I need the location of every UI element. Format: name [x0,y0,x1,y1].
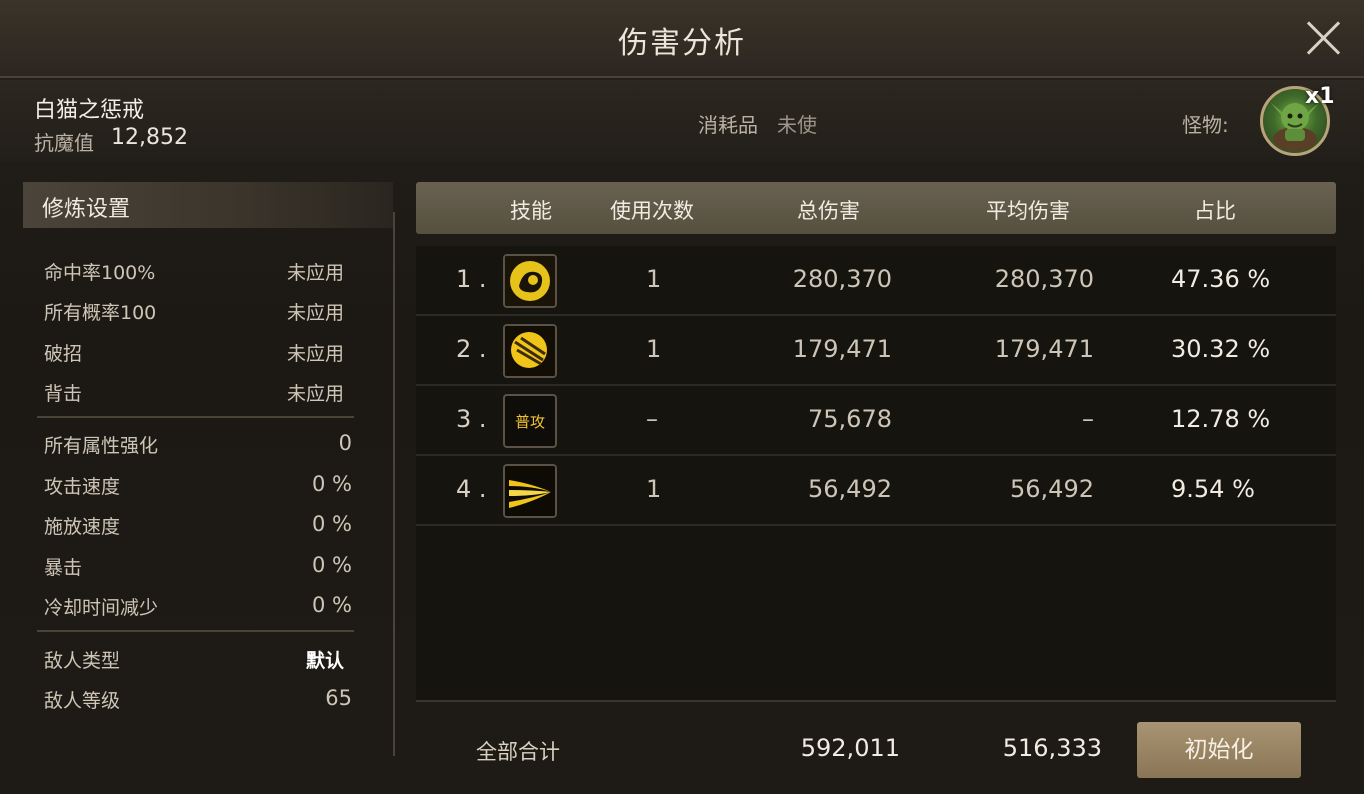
setting-row: 所有概率100 未应用 [44,298,354,328]
table-row: 3 . 普攻 – 75,678 – 12.78 % [416,386,1336,456]
settings-header: 修炼设置 [23,182,393,228]
use-count: 1 [646,335,662,363]
normal-attack-icon: 普攻 [503,394,557,448]
resist-label: 抗魔值 [34,131,94,155]
table-body: 1 . 1 280,370 280,370 47.36 % 2 . 1 179,… [416,246,1336,700]
setting-label: 破招 [44,343,83,365]
total-damage: 75,678 [808,405,892,433]
setting-row: 冷却时间减少 0 % [44,593,354,623]
rank: 4 . [456,475,487,503]
avg-damage: 280,370 [994,265,1094,293]
target-name: 白猫之惩戒 [34,98,145,123]
target-info-bar: 白猫之惩戒 抗魔值 12,852 消耗品 未使 怪物: x1 [0,80,1364,162]
setting-label: 敌人等级 [44,690,121,712]
header-avg: 平均伤害 [986,199,1070,223]
setting-row: 破招 未应用 [44,339,354,369]
damage-analysis-panel: 伤害分析 白猫之惩戒 抗魔值 12,852 消耗品 未使 怪物: x1 修炼设置 [0,0,1364,794]
vertical-divider [393,212,395,756]
enemy-level-value[interactable]: 65 [325,686,352,710]
total-damage: 56,492 [808,475,892,503]
consumable-label: 消耗品 [698,113,758,137]
rank: 2 . [456,335,487,363]
monster-label: 怪物: [1182,113,1229,137]
setting-value: 未应用 [286,343,344,365]
header-skill: 技能 [510,199,552,223]
table-row: 4 . 1 56,492 56,492 9.54 % [416,456,1336,526]
setting-value: 0 [338,431,352,455]
setting-row: 背击 未应用 [44,379,354,409]
setting-label: 所有属性强化 [44,435,159,457]
divider [37,630,354,632]
setting-row: 施放速度 0 % [44,512,354,542]
fist-skill-icon [503,254,557,308]
avg-damage: 56,492 [1010,475,1094,503]
setting-row: 所有属性强化 0 [44,431,354,461]
setting-value: 0 % [312,593,352,617]
damage-ratio: 47.36 % [1171,265,1271,293]
avg-damage: – [1082,405,1094,433]
table-header: 技能 使用次数 总伤害 平均伤害 占比 [416,182,1336,234]
setting-value: 0 % [312,553,352,577]
damage-ratio: 9.54 % [1171,475,1255,503]
table-row: 1 . 1 280,370 280,370 47.36 % [416,246,1336,316]
reset-button[interactable]: 初始化 [1137,722,1301,778]
rank: 3 . [456,405,487,433]
damage-ratio: 30.32 % [1171,335,1271,363]
setting-row: 命中率100% 未应用 [44,258,354,288]
header-total: 总伤害 [797,199,860,223]
resist-value: 12,852 [111,125,188,150]
damage-ratio: 12.78 % [1171,405,1271,433]
setting-label: 攻击速度 [44,476,121,498]
setting-row: 敌人等级 65 [44,686,354,716]
enemy-type-value[interactable]: 默认 [306,646,344,673]
setting-row: 暴击 0 % [44,553,354,583]
consumable-value: 未使 [777,113,817,137]
settings-title: 修炼设置 [42,197,131,222]
setting-value: 未应用 [286,383,344,405]
setting-value: 0 % [312,472,352,496]
rank: 1 . [456,265,487,293]
header-uses: 使用次数 [610,199,694,223]
setting-label: 暴击 [44,557,83,579]
table-row: 2 . 1 179,471 179,471 30.32 % [416,316,1336,386]
total-label: 全部合计 [476,740,560,764]
setting-label: 命中率100% [44,262,156,284]
setting-value: 未应用 [286,302,344,324]
setting-label: 所有概率100 [44,302,157,324]
setting-label: 敌人类型 [44,650,121,672]
use-count: 1 [646,475,662,503]
monster-count: x1 [1305,84,1335,109]
total-damage-sum: 592,011 [800,734,900,762]
window-title: 伤害分析 [618,26,746,61]
total-damage: 179,471 [792,335,892,363]
setting-row: 攻击速度 0 % [44,472,354,502]
close-icon[interactable] [1304,18,1342,56]
setting-label: 冷却时间减少 [44,597,159,619]
setting-value: 未应用 [286,262,344,284]
setting-label: 背击 [44,383,83,405]
total-damage: 280,370 [792,265,892,293]
orb-skill-icon [503,324,557,378]
divider [37,416,354,418]
setting-label: 施放速度 [44,516,121,538]
setting-value: 0 % [312,512,352,536]
avg-damage: 179,471 [994,335,1094,363]
dash-skill-icon [503,464,557,518]
total-avg-sum: 516,333 [1002,734,1102,762]
normal-attack-label: 普攻 [514,412,545,431]
title-bar: 伤害分析 [0,0,1364,78]
use-count: 1 [646,265,662,293]
footer-divider [416,700,1336,702]
use-count: – [646,405,658,433]
header-ratio: 占比 [1194,199,1236,223]
setting-row: 敌人类型 默认 [44,646,354,676]
